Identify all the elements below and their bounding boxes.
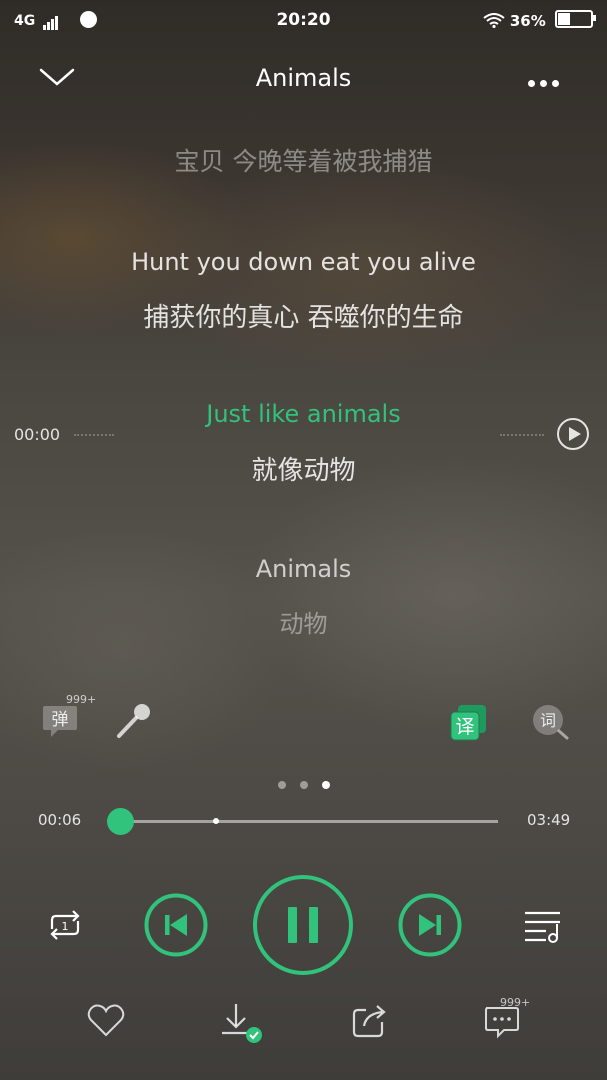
skip-next-icon [398,893,462,957]
heart-icon [87,1004,125,1037]
more-dot-icon [552,80,559,87]
buffer-marker [213,818,219,824]
download-icon [222,1004,262,1043]
lyric-seek-time: 00:00 [14,425,61,444]
lyric-line: Animals [255,555,352,583]
lyric-seek-line [74,434,114,436]
repeat-one-button[interactable]: 1 [44,905,86,945]
share-icon [352,1005,386,1038]
danmu-icon: 弹 [43,706,77,737]
battery-icon [555,10,596,28]
lyric-line-current: Just like animals [206,400,401,428]
danmu-count-badge: 999+ [66,693,97,706]
playlist-button[interactable] [522,905,564,945]
progress-track[interactable] [110,820,498,823]
playlist-icon [525,911,560,943]
total-time: 03:49 [527,811,571,829]
page-indicator [0,774,607,793]
status-bar: 4G 20:20 36% [0,0,607,40]
translate-icon: 译 [450,705,486,741]
lyric-search-button[interactable]: 词 [530,700,570,740]
current-time: 00:06 [38,811,82,829]
lyric-label: 词 [540,711,556,730]
svg-text:1: 1 [62,920,69,933]
status-right: 36% [483,10,596,30]
lyric-translation: 捕获你的真心 吞噬你的生命 [143,303,464,333]
pause-button[interactable] [252,874,354,976]
microphone-icon [117,704,150,738]
next-button[interactable] [398,893,462,957]
more-dot-icon [528,80,535,87]
translate-button[interactable]: 译 [448,703,488,743]
download-button[interactable] [218,1000,262,1043]
pause-icon [253,875,353,975]
page-dot[interactable] [299,781,308,789]
song-title: Animals [255,64,352,92]
more-dot-icon [540,80,547,87]
lyric-seek-line [500,434,544,436]
share-button[interactable] [350,1000,390,1040]
more-button[interactable] [528,72,568,87]
translate-label: 译 [455,716,474,738]
previous-button[interactable] [144,893,208,957]
lyric-search-icon: 词 [533,705,569,740]
karaoke-button[interactable] [114,700,154,740]
danmu-button[interactable]: 弹 [40,700,80,740]
favorite-button[interactable] [86,1000,126,1040]
danmu-label: 弹 [52,710,69,730]
skip-previous-icon [144,893,208,957]
battery-percent: 36% [509,12,546,30]
lyric-line: 宝贝 今晚等着被我捕猎 [174,147,433,176]
wifi-icon [483,13,505,29]
page-dot-active[interactable] [321,781,330,789]
play-circle-icon [557,418,589,450]
lyric-line: Hunt you down eat you alive [131,248,476,276]
lyric-translation: 动物 [279,610,328,638]
lyric-translation-current: 就像动物 [251,456,356,486]
page-dot[interactable] [277,781,286,789]
progress-handle[interactable] [106,808,134,835]
comment-count-badge: 999+ [500,996,531,1009]
play-from-lyric-button[interactable] [556,417,590,451]
repeat-one-icon: 1 [50,910,80,940]
